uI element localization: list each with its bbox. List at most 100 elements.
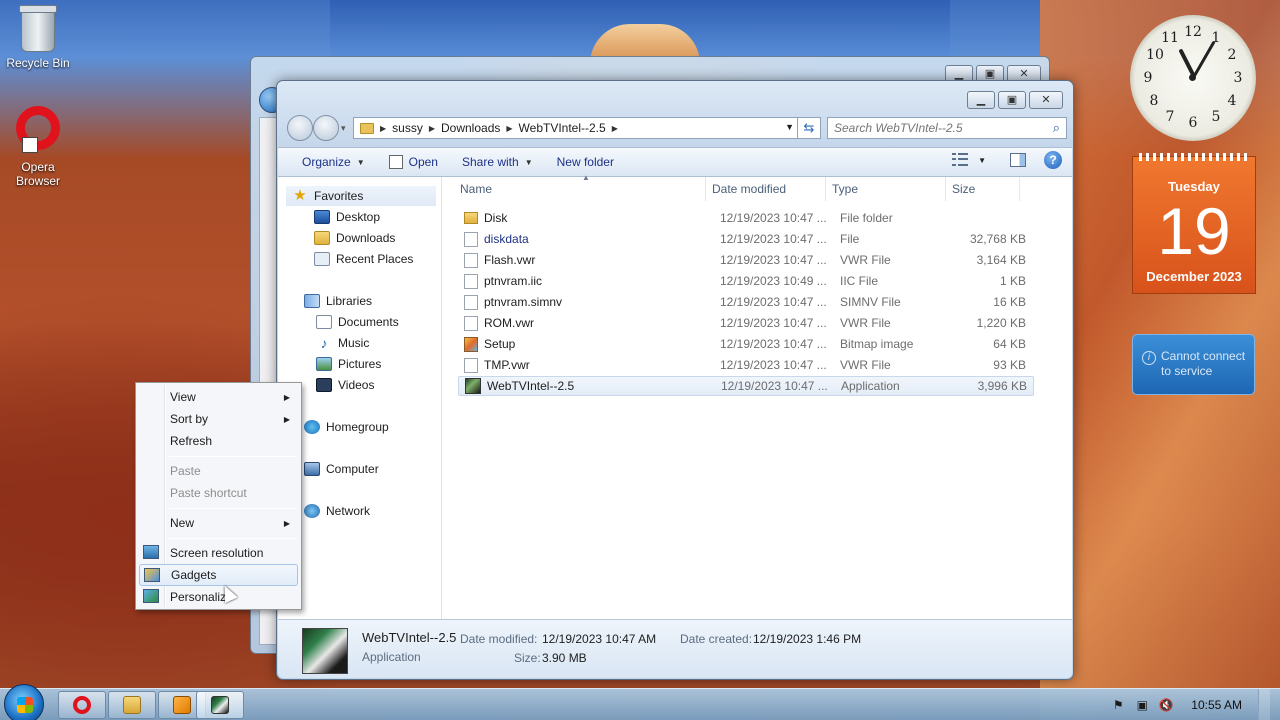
close-button[interactable]: ✕ [1029, 91, 1063, 109]
breadcrumb-chevron-icon[interactable]: ▶ [506, 124, 512, 133]
breadcrumb-item[interactable]: sussy [392, 121, 423, 135]
chevron-down-icon: ▼ [524, 157, 533, 167]
clock-number: 3 [1233, 70, 1243, 86]
taskbar-opera-button[interactable] [58, 691, 106, 719]
clock-number: 10 [1146, 47, 1164, 63]
start-button[interactable] [4, 684, 44, 720]
table-row[interactable]: Setup 12/19/2023 10:47 ... Bitmap image … [458, 334, 1034, 354]
nav-favorites[interactable]: ★ Favorites [286, 186, 436, 206]
column-header-date-modified[interactable]: Date modified [706, 177, 826, 201]
file-icon [464, 315, 478, 331]
taskbar-clock[interactable]: 10:55 AM [1191, 698, 1242, 712]
nav-libraries[interactable]: Libraries [304, 291, 372, 311]
action-center-flag-icon[interactable]: ⚑ [1111, 698, 1125, 712]
menu-item-sort-by[interactable]: Sort by ▶ [139, 408, 298, 430]
menu-item-gadgets[interactable]: Gadgets [139, 564, 298, 586]
details-size: 3.90 MB [542, 651, 587, 665]
nav-network[interactable]: Network [304, 501, 370, 521]
taskbar-explorer-button[interactable] [108, 691, 156, 719]
column-header-name[interactable]: Name [444, 177, 706, 201]
table-row[interactable]: ptnvram.iic 12/19/2023 10:49 ... IIC Fil… [458, 271, 1034, 291]
table-row[interactable]: ROM.vwr 12/19/2023 10:47 ... VWR File 1,… [458, 313, 1034, 333]
search-input[interactable] [834, 121, 1034, 135]
column-header-size[interactable]: Size [946, 177, 1020, 201]
desktop-icon-recycle-bin[interactable]: Recycle Bin [0, 5, 76, 70]
network-icon[interactable]: ▣ [1135, 698, 1149, 712]
search-icon[interactable]: ⌕ [1053, 120, 1060, 136]
nav-music[interactable]: ♪ Music [316, 333, 370, 353]
recent-pages-dropdown-icon[interactable]: ▾ [341, 123, 346, 134]
search-box[interactable]: ⌕ [827, 117, 1067, 139]
opera-icon [16, 106, 60, 153]
details-pane: WebTVIntel--2.5 Application Date modifie… [278, 619, 1072, 678]
nav-homegroup[interactable]: Homegroup [304, 417, 389, 437]
menu-item-paste-shortcut: Paste shortcut [139, 482, 298, 504]
new-folder-button[interactable]: New folder [545, 150, 626, 174]
nav-pictures[interactable]: Pictures [316, 354, 381, 374]
address-dropdown-icon[interactable]: ▼ [785, 122, 794, 132]
homegroup-icon [304, 420, 320, 434]
volume-muted-icon[interactable]: 🔇 [1159, 698, 1174, 712]
desktop-icon [314, 210, 330, 224]
file-list[interactable]: ▲ Name Date modified Type Size Disk 12/1… [444, 173, 1072, 619]
menu-item-label: Sort by [170, 412, 209, 426]
minimize-icon: ▁ [954, 67, 964, 80]
nav-videos[interactable]: Videos [316, 375, 374, 395]
maximize-icon: ▣ [1006, 93, 1018, 106]
table-row[interactable]: TMP.vwr 12/19/2023 10:47 ... VWR File 93… [458, 355, 1034, 375]
submenu-arrow-icon: ▶ [283, 518, 290, 528]
calendar-day: 19 [1157, 194, 1231, 268]
table-row[interactable]: Flash.vwr 12/19/2023 10:47 ... VWR File … [458, 250, 1034, 270]
address-bar[interactable]: ▶ sussy ▶ Downloads ▶ WebTVIntel--2.5 ▶ … [353, 117, 819, 139]
desktop-icon-opera[interactable]: Opera Browser [0, 106, 76, 188]
column-header-type[interactable]: Type [826, 177, 946, 201]
view-options-dropdown-icon[interactable]: ▼ [978, 156, 986, 165]
gadgets-icon [144, 568, 160, 582]
help-icon[interactable]: ? [1044, 151, 1062, 169]
table-row-selected[interactable]: WebTVIntel--2.5 12/19/2023 10:47 ... App… [458, 376, 1034, 396]
table-row[interactable]: ptnvram.simnv 12/19/2023 10:47 ... SIMNV… [458, 292, 1034, 312]
share-with-button[interactable]: Share with ▼ [450, 150, 545, 174]
nav-documents[interactable]: Documents [316, 312, 399, 332]
clock-number: 5 [1211, 109, 1221, 125]
clock-gadget[interactable]: 12 1 2 3 4 5 6 7 8 9 10 11 [1130, 15, 1256, 141]
clock-number: 12 [1184, 24, 1202, 40]
open-button[interactable]: Open [377, 150, 450, 174]
nav-computer[interactable]: Computer [304, 459, 379, 479]
menu-item-new[interactable]: New ▶ [139, 512, 298, 534]
show-desktop-button[interactable] [1258, 689, 1270, 720]
table-row[interactable]: diskdata 12/19/2023 10:47 ... File 32,76… [458, 229, 1034, 249]
file-icon [464, 294, 478, 310]
nav-recent-places[interactable]: Recent Places [314, 249, 413, 269]
nav-downloads[interactable]: Downloads [314, 228, 395, 248]
organize-button[interactable]: Organize ▼ [290, 150, 377, 174]
preview-pane-icon[interactable] [1010, 153, 1026, 167]
breadcrumb-item[interactable]: Downloads [441, 121, 500, 135]
table-row[interactable]: Disk 12/19/2023 10:47 ... File folder [458, 208, 1034, 228]
menu-item-view[interactable]: View ▶ [139, 386, 298, 408]
breadcrumb-item[interactable]: WebTVIntel--2.5 [519, 121, 606, 135]
maximize-button[interactable]: ▣ [998, 91, 1026, 109]
breadcrumb-chevron-icon[interactable]: ▶ [429, 124, 435, 133]
refresh-button[interactable]: ⇆ [797, 117, 821, 139]
explorer-window[interactable]: ▁ ▣ ✕ ▾ ▶ sussy ▶ Downloads ▶ WebTVIntel… [276, 80, 1074, 680]
file-icon [464, 273, 478, 289]
feed-gadget[interactable]: i Cannot connect to service [1132, 334, 1255, 395]
breadcrumb-chevron-icon[interactable]: ▶ [612, 124, 618, 133]
menu-item-refresh[interactable]: Refresh [139, 430, 298, 452]
minimize-button[interactable]: ▁ [967, 91, 995, 109]
back-button[interactable] [287, 115, 313, 141]
taskbar-webtvintel-button[interactable] [196, 691, 244, 719]
breadcrumb-chevron-icon[interactable]: ▶ [380, 124, 386, 133]
nav-desktop[interactable]: Desktop [314, 207, 380, 227]
forward-button[interactable] [313, 115, 339, 141]
system-tray: ⚑ ▣ 🔇 10:55 AM [1111, 689, 1280, 720]
menu-item-screen-resolution[interactable]: Screen resolution [139, 542, 298, 564]
calendar-gadget[interactable]: Tuesday 19 December 2023 [1132, 153, 1256, 294]
navigation-pane[interactable]: ★ Favorites Desktop Downloads Recent Pla… [278, 177, 442, 619]
media-player-icon [173, 696, 191, 714]
file-type: IIC File [840, 274, 879, 288]
details-file-name: WebTVIntel--2.5 [362, 630, 457, 645]
clock-number: 9 [1143, 70, 1153, 86]
change-view-icon[interactable] [952, 153, 969, 167]
